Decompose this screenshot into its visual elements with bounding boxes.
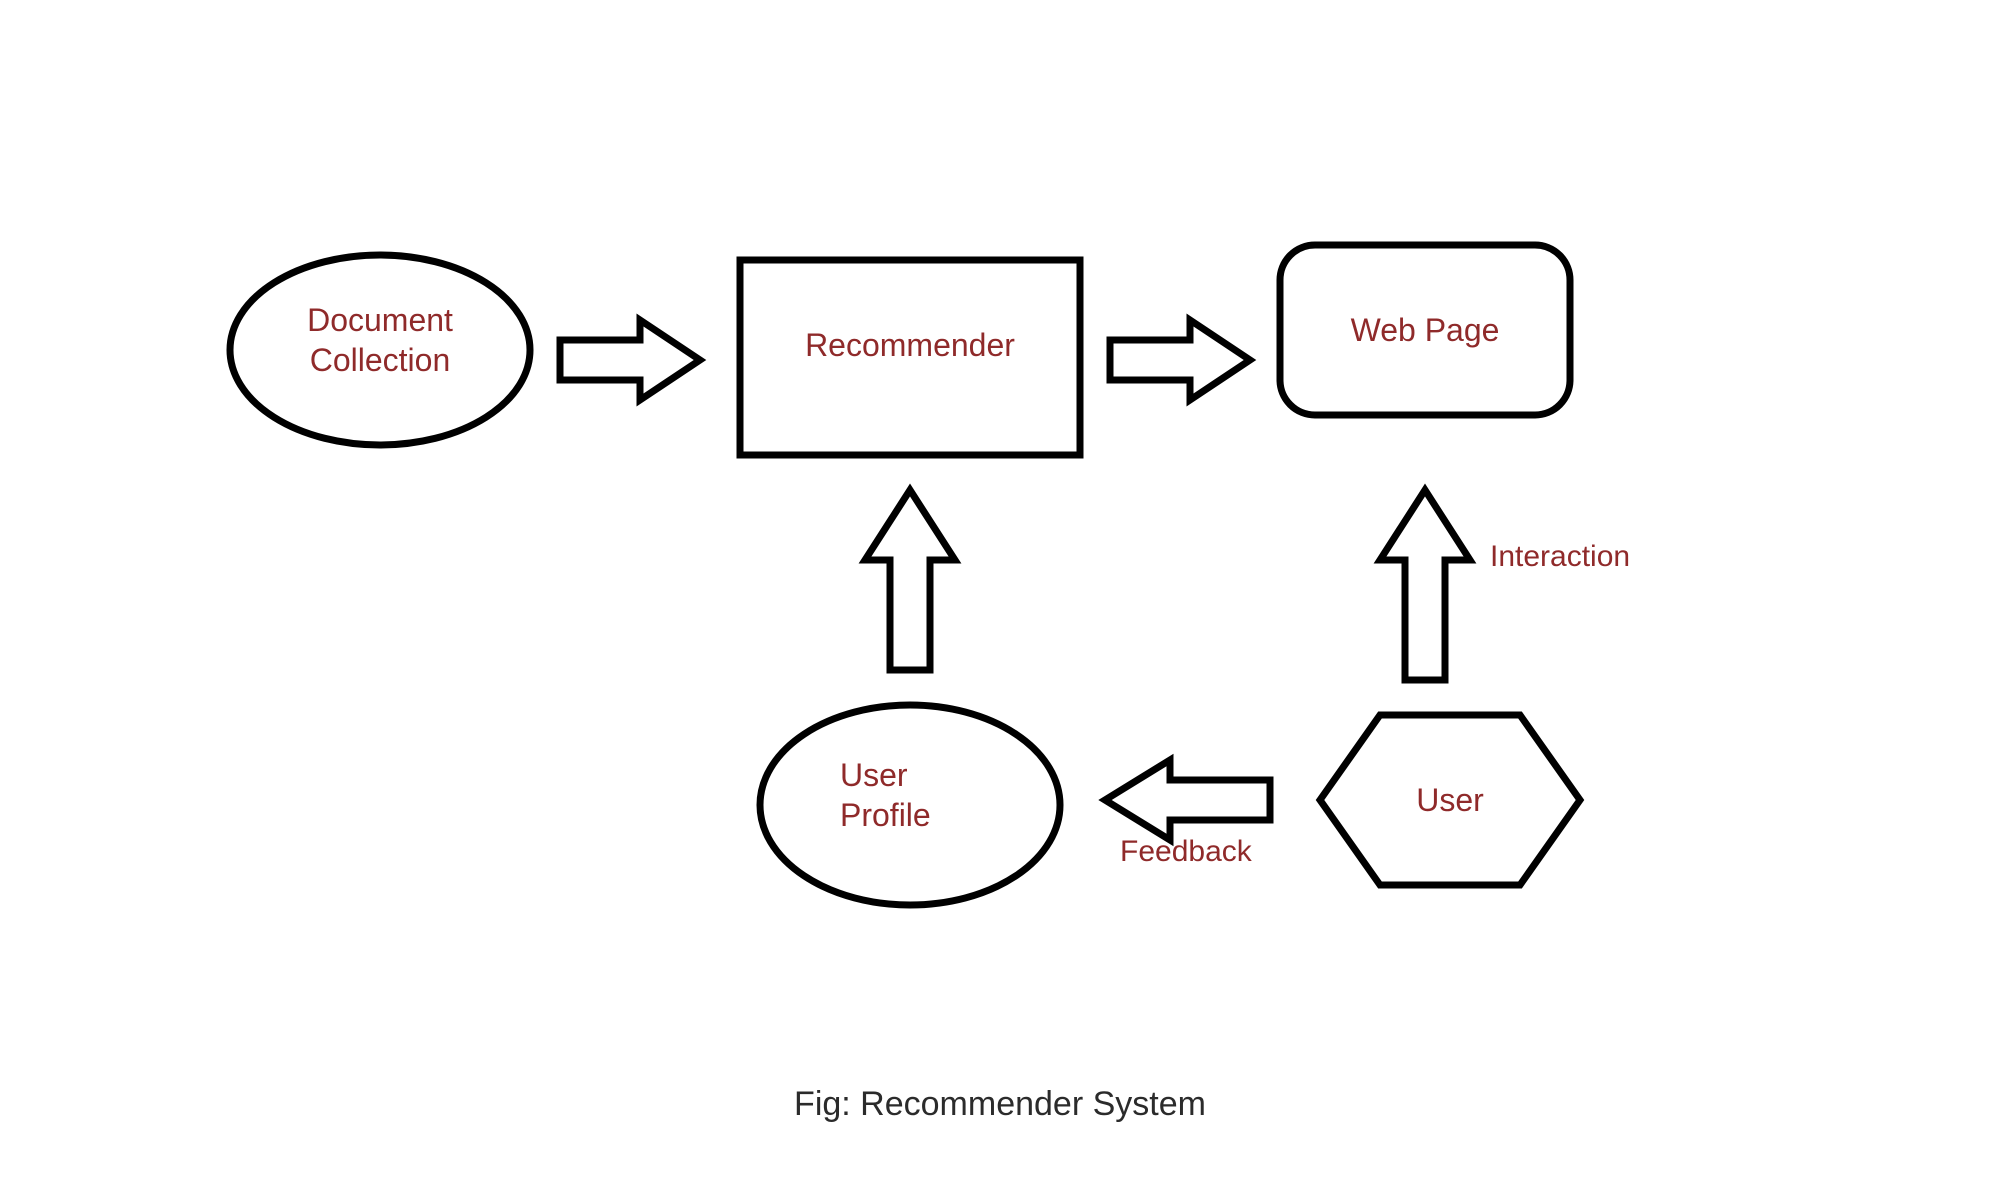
arrow-doc-to-recommender (560, 320, 700, 400)
label-edge-interaction: Interaction (1490, 540, 1630, 574)
label-web-page: Web Page (1280, 310, 1570, 350)
arrow-user-to-userprofile (1105, 760, 1270, 840)
label-document-collection: Document Collection (255, 300, 505, 380)
arrow-recommender-to-webpage (1110, 320, 1250, 400)
label-recommender: Recommender (740, 325, 1080, 365)
label-user-profile: User Profile (810, 755, 1040, 835)
label-user-profile-line2: Profile (840, 795, 1040, 835)
diagram-stage: Document Collection Recommender Web Page… (0, 0, 2000, 1196)
figure-caption: Fig: Recommender System (0, 1085, 2000, 1124)
diagram-svg (0, 0, 2000, 1196)
label-document-collection-line2: Collection (255, 340, 505, 380)
arrow-user-to-webpage (1380, 490, 1470, 680)
arrow-userprofile-to-recommender (865, 490, 955, 670)
label-edge-feedback: Feedback (1120, 835, 1252, 869)
label-document-collection-line1: Document (255, 300, 505, 340)
label-user: User (1370, 780, 1530, 820)
label-user-profile-line1: User (840, 755, 1040, 795)
